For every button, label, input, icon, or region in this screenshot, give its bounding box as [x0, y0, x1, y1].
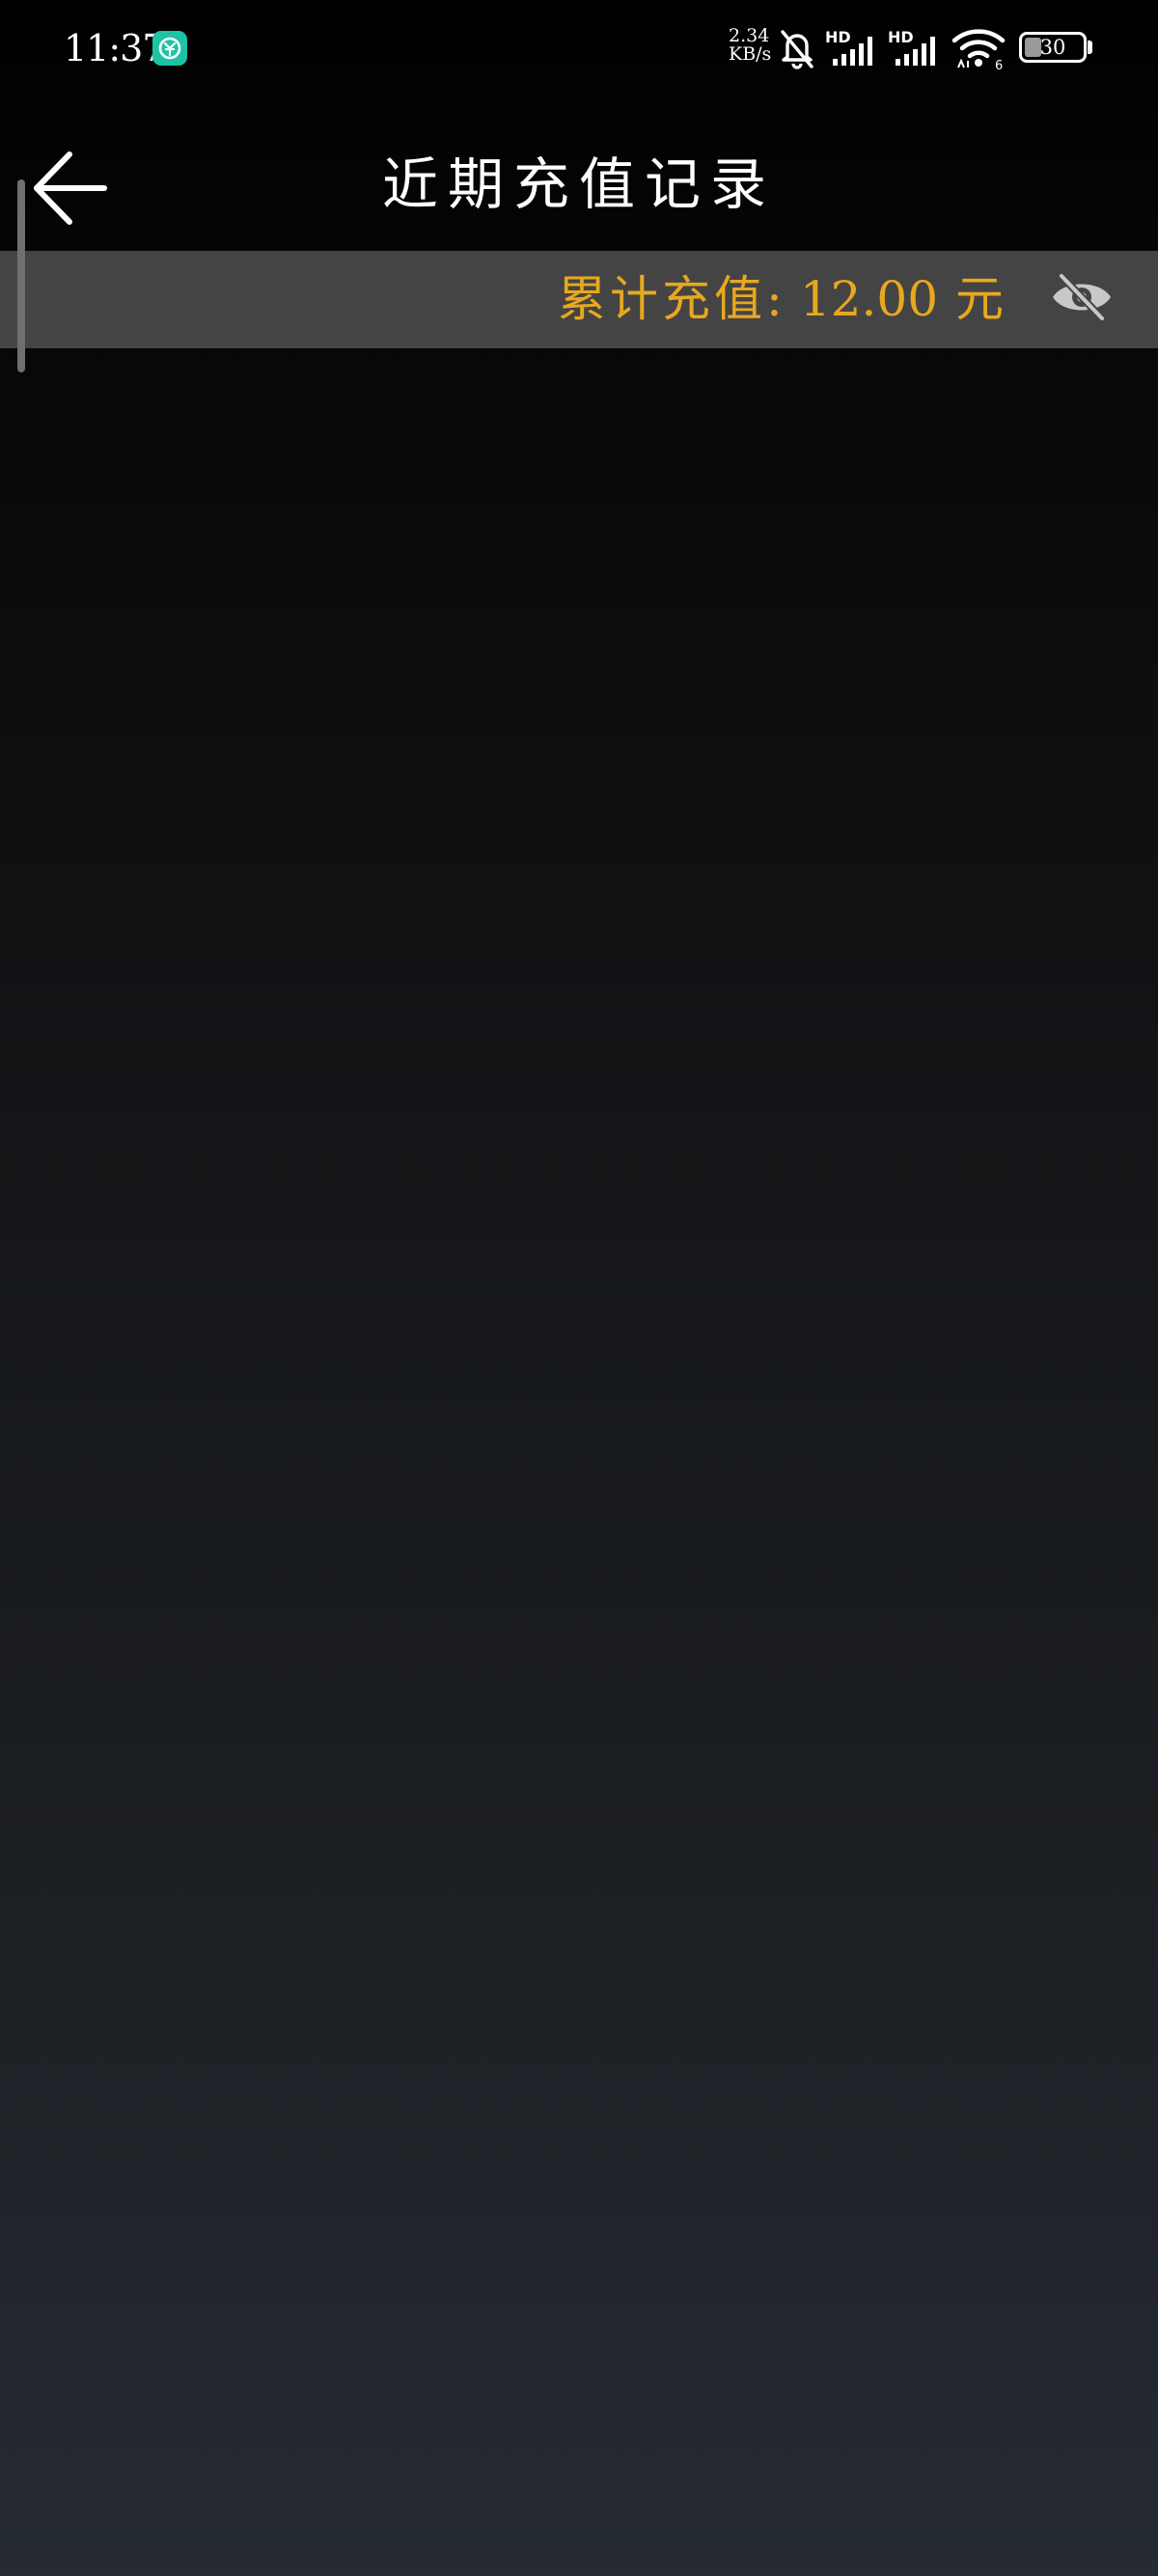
arrow-left-icon: [34, 151, 107, 225]
signal-badge-2: HD: [888, 28, 914, 46]
network-speed-unit: KB/s: [729, 43, 772, 65]
summary-bar: 累计充值: 12.00 元: [0, 251, 1158, 348]
battery-nub: [1088, 41, 1092, 54]
network-speed: 2.34 KB/s: [729, 27, 772, 65]
eye-off-icon: [1053, 272, 1111, 322]
hd-signal-icon: HD: [825, 27, 881, 73]
header: 近期充值记录: [0, 106, 1158, 251]
total-recharge-amount: 12.00: [799, 271, 938, 327]
wifi-icon: 6: [951, 27, 1008, 75]
wifi-badge: 6: [995, 59, 1003, 71]
page-title: 近期充值记录: [381, 151, 776, 217]
recharge-record-list: [0, 348, 1158, 2576]
total-recharge-label: 累计充值:: [558, 271, 786, 327]
total-recharge-unit: 元: [955, 271, 1004, 327]
back-button[interactable]: [29, 145, 116, 232]
status-bar: 11:37 2.34 KB/s HD HD 6 30: [0, 0, 1158, 96]
bell-muted-icon: [777, 27, 817, 73]
hide-amount-toggle[interactable]: [1050, 270, 1114, 324]
scroll-indicator[interactable]: [17, 179, 25, 372]
battery-level: 30: [1039, 36, 1066, 59]
app-notification-icon: [152, 31, 187, 66]
battery-icon: 30: [1019, 32, 1087, 63]
status-time: 11:37: [64, 27, 166, 69]
hd-signal-icon: HD: [888, 27, 944, 73]
signal-badge-1: HD: [825, 28, 851, 46]
total-recharge: 累计充值: 12.00 元: [558, 251, 1004, 348]
